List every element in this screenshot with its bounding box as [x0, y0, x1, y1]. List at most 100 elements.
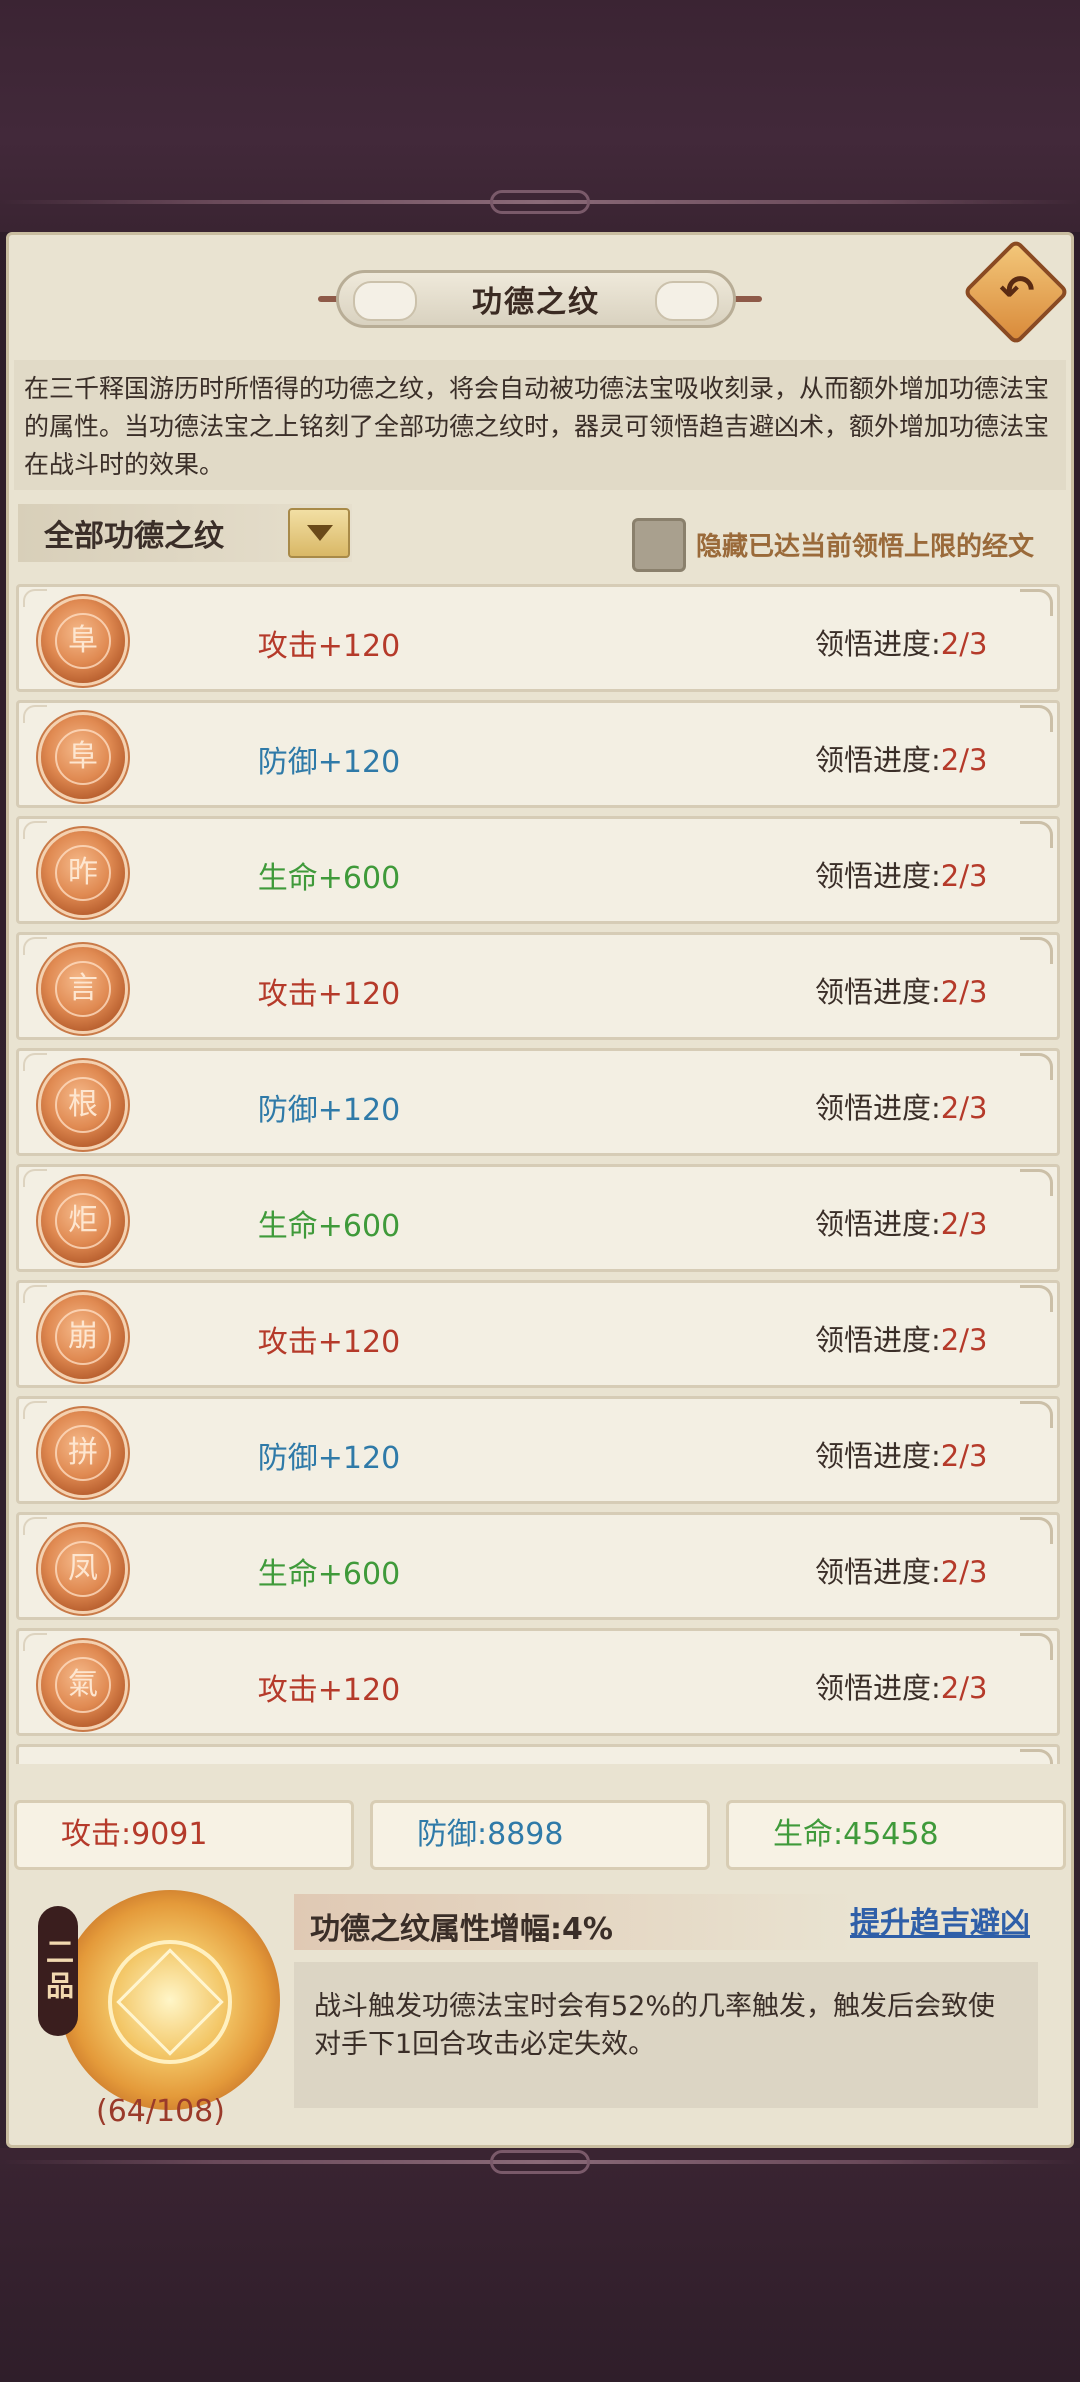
medal-glyph: 阜	[68, 623, 98, 658]
bottom-ornament-knot	[490, 2150, 590, 2174]
cloud-icon	[655, 281, 719, 321]
pattern-row[interactable]: 昨 生命+600 领悟进度:2/3	[16, 816, 1060, 924]
progress-label: 领悟进度:	[815, 859, 941, 893]
pattern-medal-icon[interactable]: 炬	[41, 1179, 125, 1263]
dropdown-arrow-icon[interactable]	[288, 508, 350, 558]
pattern-row[interactable]: 炬 生命+600 领悟进度:2/3	[16, 1164, 1060, 1272]
pattern-row[interactable]: 凤 生命+600 领悟进度:2/3	[16, 1512, 1060, 1620]
grade-count: (64/108)	[96, 2094, 225, 2129]
progress-label: 领悟进度:	[815, 1671, 941, 1705]
bottom-backdrop	[0, 2148, 1080, 2382]
pattern-medal-icon[interactable]: 根	[41, 1063, 125, 1147]
medal-glyph: 昨	[68, 855, 98, 890]
progress-label: 领悟进度:	[815, 1439, 941, 1473]
pattern-medal-icon[interactable]: 言	[41, 947, 125, 1031]
pattern-row[interactable]: 阜 防御+120 领悟进度:2/3	[16, 700, 1060, 808]
progress-text: 领悟进度:2/3	[815, 969, 987, 1011]
buff-description: 战斗触发功德法宝时会有52%的几率触发，触发后会致使对手下1回合攻击必定失效。	[294, 1962, 1038, 2108]
pattern-row[interactable]: 氣 攻击+120 领悟进度:2/3	[16, 1628, 1060, 1736]
pattern-medal-icon[interactable]: 阜	[41, 599, 125, 683]
stat-bonus: 生命+600	[257, 1557, 401, 1592]
stat-bonus: 防御+120	[257, 1093, 401, 1128]
cloud-icon	[353, 281, 417, 321]
buff-title: 功德之纹属性增幅:4%	[310, 1912, 613, 1947]
hide-checkbox[interactable]	[632, 518, 686, 572]
medal-glyph: 崩	[68, 1319, 98, 1354]
hide-checkbox-label[interactable]: 隐藏已达当前领悟上限的经文	[696, 526, 1034, 563]
pattern-row-partial[interactable]	[16, 1744, 1060, 1764]
corner-curl-icon	[1020, 1633, 1053, 1660]
progress-text: 领悟进度:2/3	[815, 853, 987, 895]
total-hp-value: 45458	[843, 1817, 939, 1852]
progress-label: 领悟进度:	[815, 627, 941, 661]
pattern-medal-icon[interactable]: 凤	[41, 1527, 125, 1611]
total-defense-label: 防御:	[417, 1817, 488, 1852]
stat-bonus: 攻击+120	[257, 977, 401, 1012]
total-attack-label: 攻击:	[61, 1817, 132, 1852]
corner-curl-icon	[1020, 1401, 1053, 1428]
pattern-medal-icon[interactable]: 崩	[41, 1295, 125, 1379]
description-text: 在三千释国游历时所悟得的功德之纹，将会自动被功德法宝吸收刻录，从而额外增加功德法…	[14, 360, 1066, 490]
totals-bar: 攻击:9091 防御:8898 生命:45458	[14, 1800, 1066, 1872]
pattern-row[interactable]: 阜 攻击+120 领悟进度:2/3	[16, 584, 1060, 692]
corner-curl-icon	[1020, 1053, 1053, 1080]
progress-text: 领悟进度:2/3	[815, 1549, 987, 1591]
medal-glyph: 拼	[68, 1435, 98, 1470]
stat-bonus: 攻击+120	[257, 1325, 401, 1360]
progress-value: 2/3	[940, 1323, 988, 1357]
pattern-medal-icon[interactable]: 拼	[41, 1411, 125, 1495]
grade-tag: 二品	[38, 1906, 78, 2036]
medal-glyph: 根	[68, 1087, 98, 1122]
upgrade-link[interactable]: 提升趋吉避凶	[850, 1898, 1030, 1942]
progress-text: 领悟进度:2/3	[815, 1201, 987, 1243]
progress-label: 领悟进度:	[815, 1207, 941, 1241]
corner-curl-icon	[1020, 1517, 1053, 1544]
total-attack-value: 9091	[131, 1817, 208, 1852]
stat-bonus: 攻击+120	[257, 629, 401, 664]
progress-text: 领悟进度:2/3	[815, 737, 987, 779]
pattern-medal-icon[interactable]: 氣	[41, 1643, 125, 1727]
pattern-medal-icon[interactable]: 阜	[41, 715, 125, 799]
total-hp-label: 生命:	[773, 1817, 844, 1852]
medal-glyph: 凤	[68, 1551, 98, 1586]
pattern-row[interactable]: 根 防御+120 领悟进度:2/3	[16, 1048, 1060, 1156]
back-arrow-icon[interactable]: ↶	[990, 264, 1044, 318]
progress-text: 领悟进度:2/3	[815, 1433, 987, 1475]
progress-value: 2/3	[940, 1207, 988, 1241]
title-plaque: 功德之纹	[336, 270, 736, 328]
progress-text: 领悟进度:2/3	[815, 621, 987, 663]
total-defense-value: 8898	[487, 1817, 564, 1852]
corner-curl-icon	[1020, 1169, 1053, 1196]
medal-glyph: 阜	[68, 739, 98, 774]
corner-curl-icon	[1020, 1285, 1053, 1312]
medal-glyph: 氣	[68, 1667, 98, 1702]
progress-label: 领悟进度:	[815, 1323, 941, 1357]
filter-label: 全部功德之纹	[44, 519, 224, 554]
progress-value: 2/3	[940, 1439, 988, 1473]
progress-value: 2/3	[940, 1091, 988, 1125]
progress-value: 2/3	[940, 1671, 988, 1705]
stat-bonus: 防御+120	[257, 745, 401, 780]
progress-text: 领悟进度:2/3	[815, 1665, 987, 1707]
pattern-row[interactable]: 拼 防御+120 领悟进度:2/3	[16, 1396, 1060, 1504]
corner-curl-icon	[1020, 705, 1053, 732]
progress-label: 领悟进度:	[815, 975, 941, 1009]
pattern-row[interactable]: 言 攻击+120 领悟进度:2/3	[16, 932, 1060, 1040]
progress-label: 领悟进度:	[815, 1555, 941, 1589]
corner-curl-icon	[1020, 1749, 1053, 1764]
corner-curl-icon	[1020, 821, 1053, 848]
medal-glyph: 言	[68, 971, 98, 1006]
top-ornament-knot	[490, 190, 590, 214]
progress-value: 2/3	[940, 627, 988, 661]
total-hp: 生命:45458	[726, 1800, 1066, 1870]
progress-label: 领悟进度:	[815, 743, 941, 777]
page-title: 功德之纹	[472, 285, 600, 320]
progress-text: 领悟进度:2/3	[815, 1085, 987, 1127]
progress-label: 领悟进度:	[815, 1091, 941, 1125]
pattern-row[interactable]: 崩 攻击+120 领悟进度:2/3	[16, 1280, 1060, 1388]
total-defense: 防御:8898	[370, 1800, 710, 1870]
progress-text: 领悟进度:2/3	[815, 1317, 987, 1359]
stat-bonus: 生命+600	[257, 861, 401, 896]
pattern-medal-icon[interactable]: 昨	[41, 831, 125, 915]
pattern-list[interactable]: 阜攻击+120 领悟进度:2/3 阜防御+120 领悟进度:2/3 昨生命+600 领悟进…	[16, 584, 1062, 1764]
